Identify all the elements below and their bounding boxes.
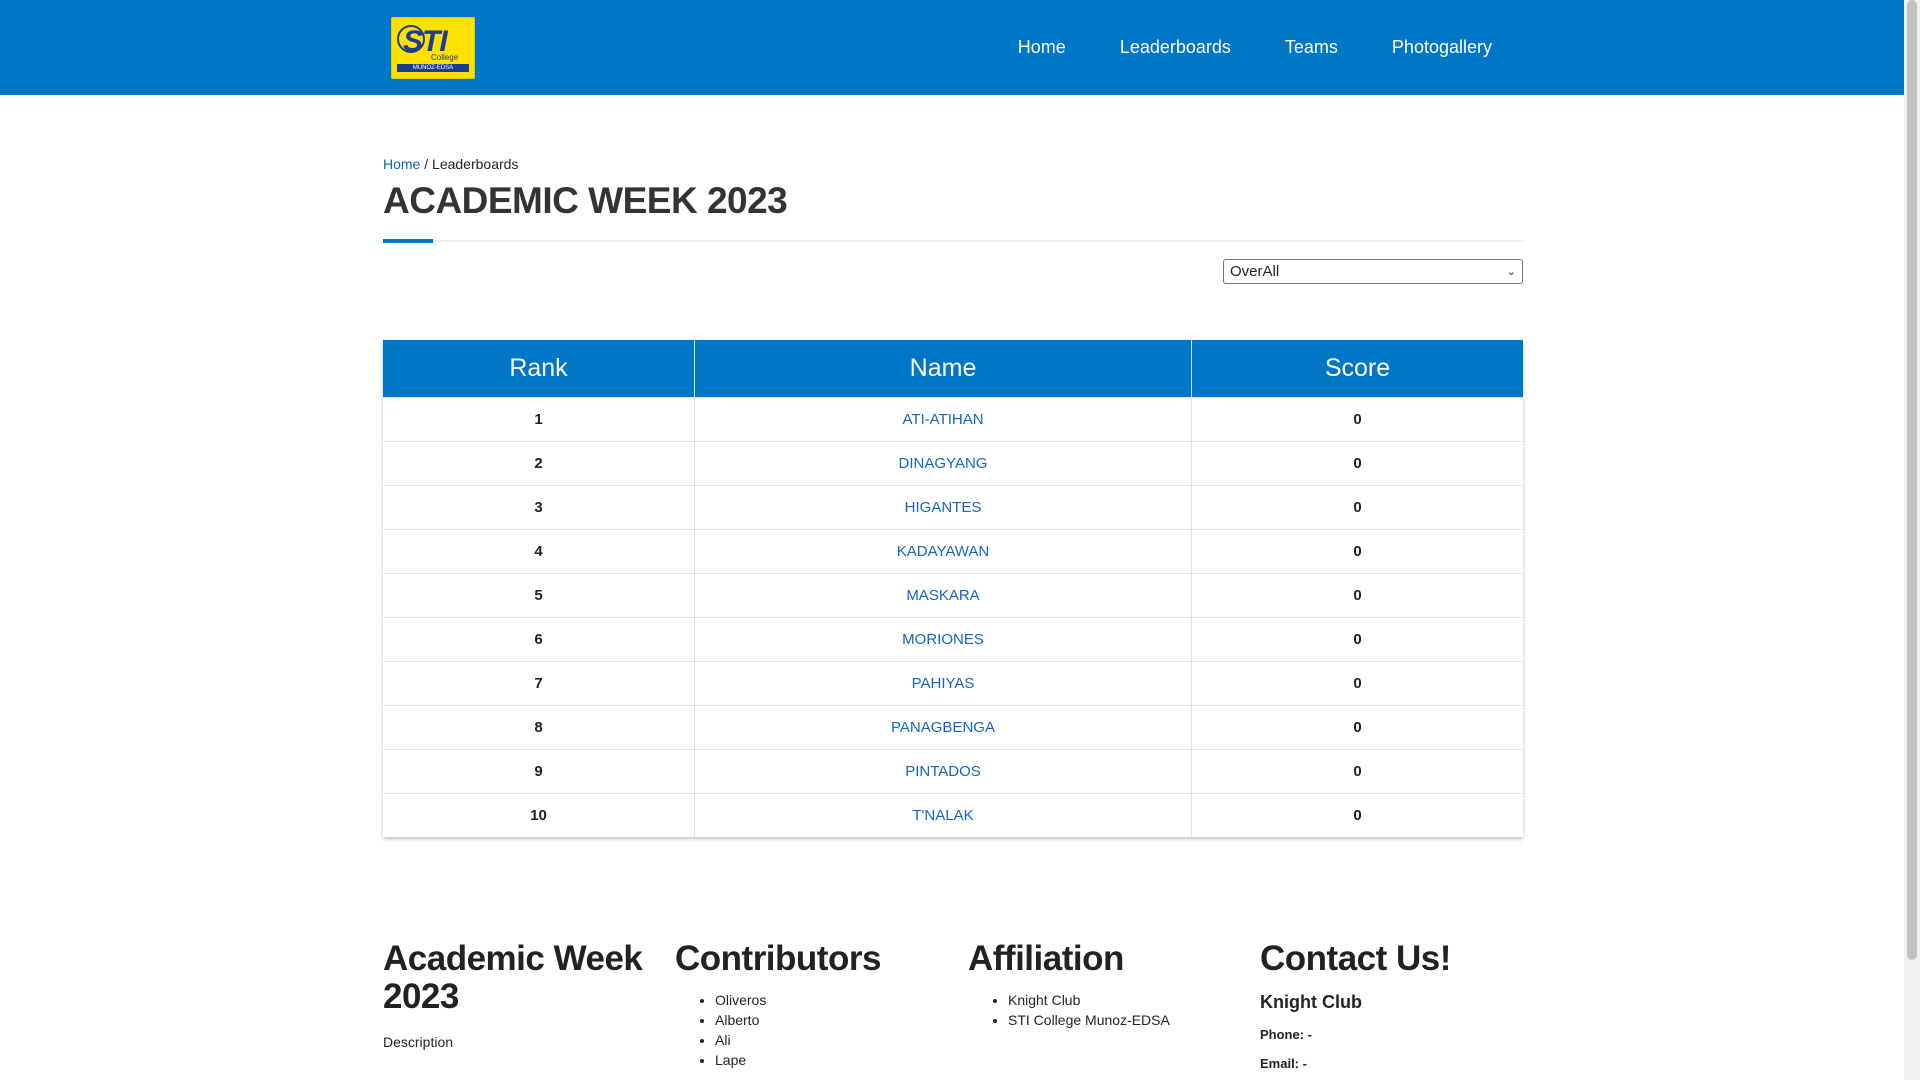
score-cell: 0 [1191,397,1523,442]
sti-logo[interactable]: STI College MUNOZ-EDSA [391,17,475,79]
team-link[interactable]: ATI-ATIHAN [902,411,983,428]
footer-about-title-line2: 2023 [383,977,459,1016]
table-row: 6 MORIONES 0 [383,617,1523,662]
footer-description: Description [383,1034,454,1050]
rank-cell: 7 [383,661,695,706]
nav-photogallery-link[interactable]: Photogallery [1392,37,1492,58]
score-cell: 0 [1191,529,1523,574]
footer-contact: Contact Us! Knight Club Phone: - Email: … [1260,939,1530,1072]
contributors-title: Contributors [675,939,881,978]
title-divider [383,240,1523,242]
table-row: 2 DINAGYANG 0 [383,441,1523,486]
rank-cell: 6 [383,617,695,662]
contact-title: Contact Us! [1260,939,1451,978]
score-cell: 0 [1191,573,1523,618]
chevron-down-icon: ⌄ [1506,266,1516,278]
score-cell: 0 [1191,749,1523,794]
score-cell: 0 [1191,661,1523,706]
category-select[interactable]: OverAll ⌄ [1223,259,1523,284]
score-cell: 0 [1191,793,1523,837]
rank-cell: 5 [383,573,695,618]
header-score: Score [1191,340,1523,398]
logo-sub-text: College [431,53,459,62]
header-name: Name [694,340,1192,398]
rank-cell: 8 [383,705,695,750]
header-rank: Rank [383,340,695,398]
team-link[interactable]: T'NALAK [912,807,973,824]
contact-org: Knight Club [1260,992,1362,1012]
list-item: Alberto [715,1010,945,1030]
team-link[interactable]: PAHIYAS [912,675,975,692]
breadcrumb: Home / Leaderboards [383,156,518,172]
category-select-value: OverAll [1230,263,1280,280]
name-cell: MASKARA [694,573,1192,618]
leaderboard-table: Rank Name Score 1 ATI-ATIHAN 0 2 DINAGYA… [383,340,1523,837]
table-row: 4 KADAYAWAN 0 [383,529,1523,574]
team-link[interactable]: PINTADOS [905,763,981,780]
name-cell: DINAGYANG [694,441,1192,486]
rank-cell: 4 [383,529,695,574]
top-navbar: STI College MUNOZ-EDSA Home Leaderboards… [0,0,1904,95]
name-cell: HIGANTES [694,485,1192,530]
rank-cell: 2 [383,441,695,486]
table-row: 8 PANAGBENGA 0 [383,705,1523,750]
rank-cell: 9 [383,749,695,794]
nav-links: Home Leaderboards Teams Photogallery [1018,0,1492,95]
affiliation-title: Affiliation [968,939,1124,978]
team-link[interactable]: KADAYAWAN [897,543,990,560]
table-row: 9 PINTADOS 0 [383,749,1523,794]
breadcrumb-home-link[interactable]: Home [383,156,420,172]
list-item: Ali [715,1030,945,1050]
contributors-list: Oliveros Alberto Ali Lape [675,990,945,1070]
footer-affiliation: Affiliation Knight Club STI College Muno… [968,940,1238,1030]
footer-about-title: Academic Week 2023 [383,940,653,1016]
scrollbar-thumb[interactable] [1907,0,1917,960]
table-row: 7 PAHIYAS 0 [383,661,1523,706]
scrollbar-track[interactable] [1904,0,1920,1080]
rank-cell: 10 [383,793,695,837]
team-link[interactable]: PANAGBENGA [891,719,995,736]
name-cell: KADAYAWAN [694,529,1192,574]
footer-about-title-line1: Academic Week [383,939,643,978]
contact-email: Email: - [1260,1056,1307,1071]
team-link[interactable]: DINAGYANG [899,455,988,472]
list-item: Knight Club [1008,990,1238,1010]
list-item: Oliveros [715,990,945,1010]
table-row: 1 ATI-ATIHAN 0 [383,397,1523,442]
affiliation-list: Knight Club STI College Munoz-EDSA [968,990,1238,1030]
page-title: ACADEMIC WEEK 2023 [383,180,788,221]
name-cell: T'NALAK [694,793,1192,837]
rank-cell: 1 [383,397,695,442]
name-cell: PINTADOS [694,749,1192,794]
table-row: 3 HIGANTES 0 [383,485,1523,530]
table-row: 5 MASKARA 0 [383,573,1523,618]
score-cell: 0 [1191,485,1523,530]
rank-cell: 3 [383,485,695,530]
team-link[interactable]: HIGANTES [905,499,982,516]
name-cell: MORIONES [694,617,1192,662]
contact-phone: Phone: - [1260,1027,1312,1042]
table-row: 10 T'NALAK 0 [383,793,1523,837]
team-link[interactable]: MORIONES [902,631,984,648]
name-cell: PANAGBENGA [694,705,1192,750]
nav-leaderboards-link[interactable]: Leaderboards [1120,37,1231,58]
list-item: Lape [715,1050,945,1070]
breadcrumb-current: Leaderboards [432,156,519,172]
team-link[interactable]: MASKARA [906,587,979,604]
title-accent-bar [383,239,433,243]
score-cell: 0 [1191,441,1523,486]
table-header-row: Rank Name Score [383,340,1523,398]
name-cell: ATI-ATIHAN [694,397,1192,442]
list-item: STI College Munoz-EDSA [1008,1010,1238,1030]
nav-home-link[interactable]: Home [1018,37,1066,58]
footer-about: Academic Week 2023 Description [383,940,653,1051]
breadcrumb-separator: / [424,156,429,172]
logo-band-text: MUNOZ-EDSA [397,64,469,72]
score-cell: 0 [1191,617,1523,662]
score-cell: 0 [1191,705,1523,750]
footer-contributors: Contributors Oliveros Alberto Ali Lape [675,940,945,1070]
name-cell: PAHIYAS [694,661,1192,706]
nav-teams-link[interactable]: Teams [1285,37,1338,58]
